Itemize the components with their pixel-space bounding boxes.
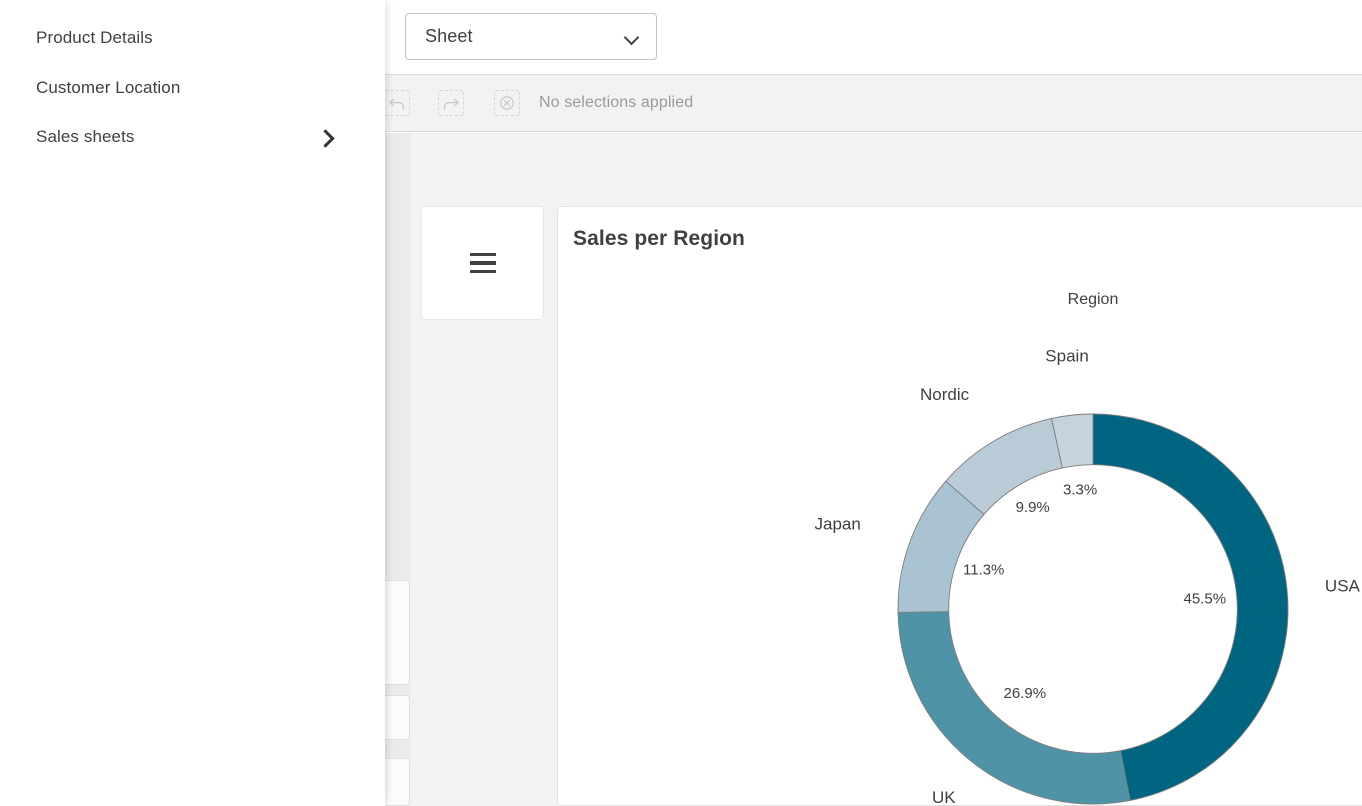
donut-chart-svg[interactable]: Region USA UK Japan Nordic Spain 45.5% 26.9% 1… [558, 262, 1362, 806]
clear-selections-icon[interactable] [491, 87, 523, 119]
donut-slice-uk[interactable] [898, 612, 1130, 804]
donut-value-label-japan: 11.3% [963, 561, 1004, 578]
menu-item-label: Sales sheets [36, 127, 316, 147]
menu-item-label: Customer Location [36, 78, 367, 98]
donut-chart[interactable]: Region USA UK Japan Nordic Spain 45.5% 26.9% 1… [558, 262, 1362, 806]
menu-item-label: Product Details [36, 28, 367, 48]
selections-back-icon[interactable] [381, 87, 413, 119]
chart-title: Sales per Region [573, 227, 745, 251]
chevron-right-icon [316, 128, 334, 146]
sheet-selector-dropdown[interactable]: Sheet [405, 13, 657, 60]
donut-slices[interactable] [898, 414, 1288, 804]
sheet-menu-tile[interactable] [421, 206, 544, 320]
qlik-app-root: Sheet No selections app [0, 0, 1362, 806]
donut-category-label-usa: USA [1325, 577, 1361, 596]
donut-dimension-title: Region [1068, 291, 1119, 308]
hamburger-icon [470, 253, 496, 273]
donut-value-label-spain: 3.3% [1063, 481, 1097, 498]
selections-status-text: No selections applied [539, 94, 693, 112]
menu-item-customer-location[interactable]: Customer Location [0, 63, 385, 113]
donut-category-label-spain: Spain [1045, 346, 1088, 365]
donut-chart-area[interactable]: Region USA UK Japan Nordic Spain 45.5% 26.9% 1… [558, 262, 1362, 806]
donut-value-label-nordic: 9.9% [1016, 499, 1050, 516]
donut-category-label-japan: Japan [815, 515, 861, 534]
donut-value-label-uk: 26.9% [1004, 685, 1047, 702]
sales-per-region-chart-card[interactable]: Sales per Region Region USA UK Japan Nordic… [557, 206, 1362, 806]
sheet-selector-label: Sheet [425, 26, 624, 47]
donut-category-label-uk: UK [932, 788, 956, 806]
menu-item-product-details[interactable]: Product Details [0, 13, 385, 63]
menu-item-sales-sheets[interactable]: Sales sheets [0, 112, 385, 162]
selections-forward-icon[interactable] [435, 87, 467, 119]
donut-category-label-nordic: Nordic [920, 385, 970, 404]
donut-value-label-usa: 45.5% [1184, 590, 1227, 607]
sheet-navigation-menu[interactable]: Product Details Customer Location Sales … [0, 0, 385, 806]
chevron-down-icon [624, 29, 640, 45]
donut-value-labels: 45.5% 26.9% 11.3% 9.9% 3.3% [963, 481, 1226, 702]
